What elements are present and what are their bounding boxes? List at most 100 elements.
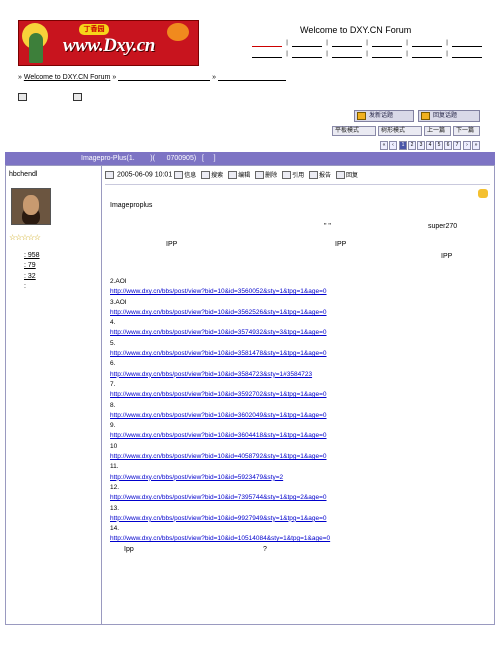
last-page-icon[interactable]: » — [472, 141, 480, 150]
new-topic-button[interactable]: 发新话题 — [354, 110, 414, 122]
report-icon[interactable] — [309, 170, 319, 179]
reference-link[interactable]: http://www.dxy.cn/bbs/post/view?bid=10&i… — [110, 431, 490, 441]
top-nav-link[interactable] — [452, 41, 482, 47]
tool-label[interactable]: 编辑 — [238, 173, 250, 179]
top-nav-row-2: | | | | | — [252, 51, 482, 58]
reference-link[interactable]: http://www.dxy.cn/bbs/post/view?bid=10&i… — [110, 349, 490, 359]
breadcrumb-separator: » — [112, 74, 117, 81]
top-nav-link[interactable] — [252, 41, 282, 47]
breadcrumb-separator: » — [212, 74, 217, 81]
breadcrumb: » Welcome to DXY.CN Forum » » — [18, 74, 286, 81]
printer-icon[interactable] — [18, 93, 27, 101]
breadcrumb-board-link[interactable] — [118, 80, 211, 81]
hand-icon — [478, 189, 488, 198]
top-nav-link[interactable] — [412, 41, 442, 47]
page-link[interactable]: 6 — [444, 141, 452, 150]
link-label: 6. — [110, 360, 116, 368]
tool-label[interactable]: 搜索 — [211, 173, 223, 179]
top-nav-link[interactable] — [372, 52, 402, 58]
link-label: 11. — [110, 463, 119, 471]
breadcrumb-topic-link[interactable] — [217, 80, 286, 81]
author-stat-posts[interactable]: : 958 — [24, 252, 40, 259]
page-link[interactable]: 4 — [426, 141, 434, 150]
post-username: super270 — [428, 223, 458, 230]
post-ipp-2: IPP — [335, 241, 347, 248]
top-nav-link[interactable] — [412, 52, 442, 58]
link-label: 3.AOI — [110, 298, 127, 306]
page-link[interactable]: 5 — [435, 141, 443, 150]
link-label: 5. — [110, 339, 116, 347]
reply-post-icon[interactable] — [336, 170, 345, 179]
link-label: 2.AOI — [110, 278, 127, 285]
reference-link[interactable]: http://www.dxy.cn/bbs/post/view?bid=10&i… — [110, 390, 490, 400]
reference-link[interactable]: http://www.dxy.cn/bbs/post/view?bid=10&i… — [110, 514, 490, 524]
post-icon — [105, 170, 114, 179]
link-label: 4. — [110, 319, 116, 327]
breadcrumb-separator: » — [18, 74, 22, 81]
flat-mode-button[interactable]: 平板模式 — [332, 126, 376, 136]
tool-label[interactable]: 报告 — [319, 173, 331, 179]
edit-icon[interactable] — [228, 170, 238, 179]
author-stat-score[interactable]: : 32 — [24, 273, 36, 280]
reference-link[interactable]: http://www.dxy.cn/bbs/post/view?bid=10&i… — [110, 370, 490, 380]
tool-label[interactable]: 回复 — [346, 173, 358, 179]
tool-label[interactable]: 信息 — [184, 173, 196, 179]
post-title-line: Imageproplus — [110, 202, 153, 209]
avatar-face — [23, 195, 39, 215]
new-topic-label: 发新话题 — [369, 113, 394, 119]
first-page-icon[interactable]: « — [380, 141, 388, 150]
next-page-icon[interactable]: › — [463, 141, 471, 150]
post-ipp-1: IPP — [166, 241, 178, 248]
prev-page-icon[interactable]: ‹ — [389, 141, 397, 150]
author-stat-points[interactable]: : 79 — [24, 262, 36, 269]
thread-title: Imagepro-Plus(1. )( 0700905) [ ] — [81, 155, 216, 162]
email-icon[interactable] — [72, 93, 82, 101]
reference-link[interactable]: http://www.dxy.cn/bbs/post/view?bid=10&i… — [110, 452, 490, 462]
top-nav-link[interactable] — [292, 41, 322, 47]
reference-link[interactable]: http://www.dxy.cn/bbs/post/view?bid=10&i… — [110, 287, 490, 297]
reference-link[interactable]: http://www.dxy.cn/bbs/post/view?bid=10&i… — [110, 308, 490, 318]
link-label: 12. — [110, 483, 120, 491]
next-topic-button[interactable]: 下一篇 — [453, 126, 480, 136]
post-footer-question: ? — [263, 546, 267, 553]
reply-button[interactable]: 回复话题 — [418, 110, 480, 122]
link-label: 14. — [110, 525, 120, 533]
tool-label[interactable]: 引用 — [292, 173, 304, 179]
post-quote-marks: " " — [324, 223, 331, 230]
logo-text: www.Dxy.cn — [63, 35, 155, 56]
new-topic-icon — [357, 112, 366, 120]
top-nav-link[interactable] — [332, 52, 362, 58]
post-ipp-3: IPP — [441, 253, 453, 260]
link-label: 7. — [110, 380, 116, 388]
tree-mode-button[interactable]: 树形模式 — [378, 126, 422, 136]
link-label: 13. — [110, 504, 120, 512]
tool-label[interactable]: 删除 — [265, 173, 277, 179]
reference-link[interactable]: http://www.dxy.cn/bbs/post/view?bid=10&i… — [110, 534, 490, 544]
page-link[interactable]: 1 — [399, 141, 407, 150]
reference-link[interactable]: http://www.dxy.cn/bbs/post/view?bid=10&i… — [110, 328, 490, 338]
quote-icon[interactable] — [282, 170, 292, 179]
top-nav-link[interactable] — [452, 52, 482, 58]
top-nav-link[interactable] — [252, 52, 282, 58]
search-icon[interactable] — [201, 170, 211, 179]
breadcrumb-home-link[interactable]: Welcome to DXY.CN Forum — [24, 74, 111, 81]
author-name[interactable]: hbchendl — [9, 171, 37, 178]
page-link[interactable]: 7 — [453, 141, 461, 150]
site-logo[interactable]: 丁香园 www.Dxy.cn — [18, 20, 199, 66]
thread-title-bar: Imagepro-Plus(1. )( 0700905) [ ] — [5, 152, 495, 165]
top-nav-link[interactable] — [332, 41, 362, 47]
prev-topic-button[interactable]: 上一篇 — [424, 126, 451, 136]
lantern-graphic — [167, 23, 189, 41]
reference-link[interactable]: http://www.dxy.cn/bbs/post/view?bid=10&i… — [110, 411, 490, 421]
info-icon[interactable] — [174, 170, 184, 179]
top-nav-link[interactable] — [372, 41, 402, 47]
delete-icon[interactable] — [255, 170, 265, 179]
reference-link[interactable]: http://www.dxy.cn/bbs/post/view?bid=10&i… — [110, 493, 490, 503]
top-nav-link[interactable] — [292, 52, 322, 58]
reference-link[interactable]: http://www.dxy.cn/bbs/post/view?bid=10&i… — [110, 473, 490, 483]
print-row — [18, 93, 82, 101]
link-label: 10 — [110, 442, 118, 450]
top-nav-row-1: | | | | | — [252, 40, 482, 47]
page-link[interactable]: 3 — [417, 141, 425, 150]
page-link[interactable]: 2 — [408, 141, 416, 150]
